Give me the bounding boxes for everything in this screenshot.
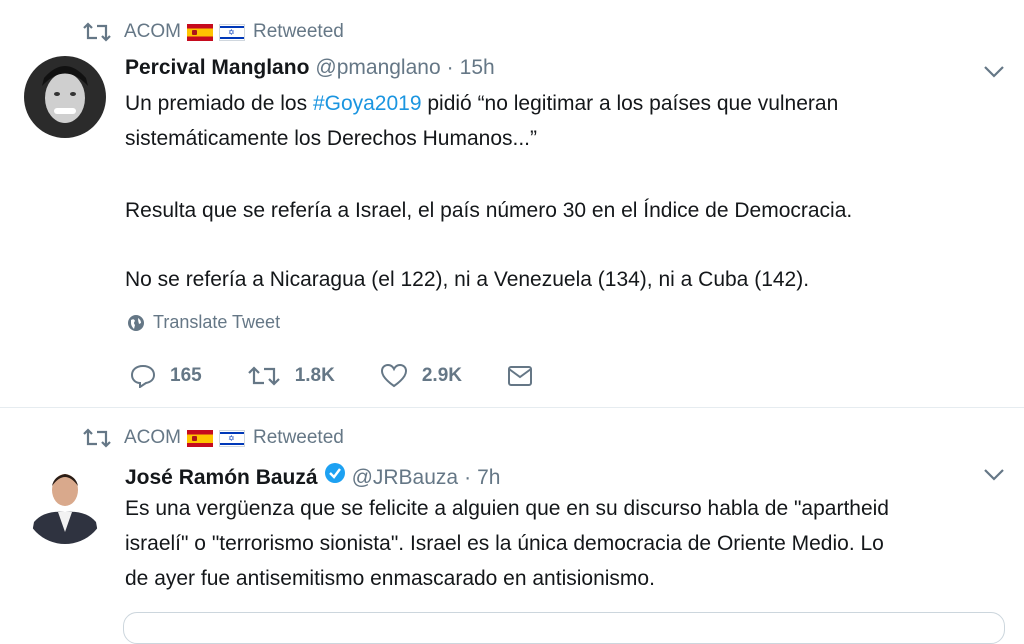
israel-flag-icon: ✡ [219, 429, 245, 447]
tweet-text-line: No se refería a Nicaragua (el 122), ni a… [125, 268, 810, 291]
hashtag-link[interactable]: #Goya2019 [313, 92, 422, 115]
retweeter-name[interactable]: ACOM [124, 21, 181, 43]
reply-button[interactable]: 165 [130, 364, 202, 388]
reply-icon [130, 364, 156, 388]
retweeted-label: Retweeted [253, 21, 344, 42]
chevron-down-icon[interactable] [983, 65, 1005, 79]
tweet-text-segment: pidió “no legitimar a los países que vul… [421, 92, 839, 115]
tweet-time[interactable]: 7h [477, 466, 500, 490]
tweet-text: Un premiado de los #Goya2019 pidió “no l… [125, 86, 1005, 121]
tweet-text-line: israelí" o "terrorismo sionista". Israel… [125, 532, 884, 555]
retweet-context: ACOM ✡ Retweeted [82, 21, 344, 43]
retweet-button[interactable]: 1.8K [247, 364, 335, 388]
israel-flag-icon: ✡ [219, 23, 245, 41]
tweet-text-line: de ayer fue antisemitismo enmascarado en… [125, 567, 655, 590]
tweet-time[interactable]: 15h [460, 56, 495, 80]
globe-icon [128, 314, 144, 331]
retweeter-name[interactable]: ACOM [124, 427, 181, 449]
like-count: 2.9K [421, 365, 462, 386]
retweet-count: 1.8K [294, 365, 335, 386]
tweet-text-line: Es una vergüenza que se felicite a algui… [125, 497, 889, 520]
direct-message-button[interactable] [507, 365, 547, 387]
translate-label: Translate Tweet [153, 312, 281, 332]
tweet-header: Percival Manglano @pmanglano · 15h [125, 56, 495, 80]
avatar[interactable] [24, 56, 106, 138]
heart-icon [380, 364, 407, 388]
tweet-text-line: sistemáticamente los Derechos Humanos...… [125, 127, 537, 150]
author-name[interactable]: José Ramón Bauzá [125, 466, 318, 490]
retweet-context: ACOM ✡ Retweeted [82, 427, 344, 449]
tweet-text-segment: Un premiado de los [125, 92, 313, 115]
chevron-down-icon[interactable] [983, 468, 1005, 482]
quoted-card[interactable] [123, 612, 1005, 644]
spain-flag-icon [187, 23, 213, 41]
tweet-header: José Ramón Bauzá @JRBauza · 7h [125, 462, 500, 490]
tweet-actions: 165 1.8K 2.9K [130, 364, 592, 388]
retweet-icon [83, 428, 111, 448]
verified-icon [324, 463, 345, 483]
tweet-divider [0, 407, 1024, 408]
tweet-text-line: Resulta que se refería a Israel, el país… [125, 199, 853, 222]
reply-count: 165 [170, 365, 202, 386]
avatar[interactable] [24, 462, 106, 544]
separator-dot: · [446, 56, 454, 79]
retweet-icon [247, 366, 280, 386]
like-button[interactable]: 2.9K [380, 364, 462, 388]
author-handle[interactable]: @pmanglano [315, 56, 440, 80]
retweeted-label: Retweeted [253, 427, 344, 448]
retweet-icon [83, 22, 111, 42]
mail-icon [507, 366, 532, 386]
author-handle[interactable]: @JRBauza [352, 466, 459, 490]
translate-tweet[interactable]: Translate Tweet [127, 312, 280, 333]
separator-dot: · [464, 466, 472, 489]
spain-flag-icon [187, 429, 213, 447]
author-name[interactable]: Percival Manglano [125, 56, 309, 80]
